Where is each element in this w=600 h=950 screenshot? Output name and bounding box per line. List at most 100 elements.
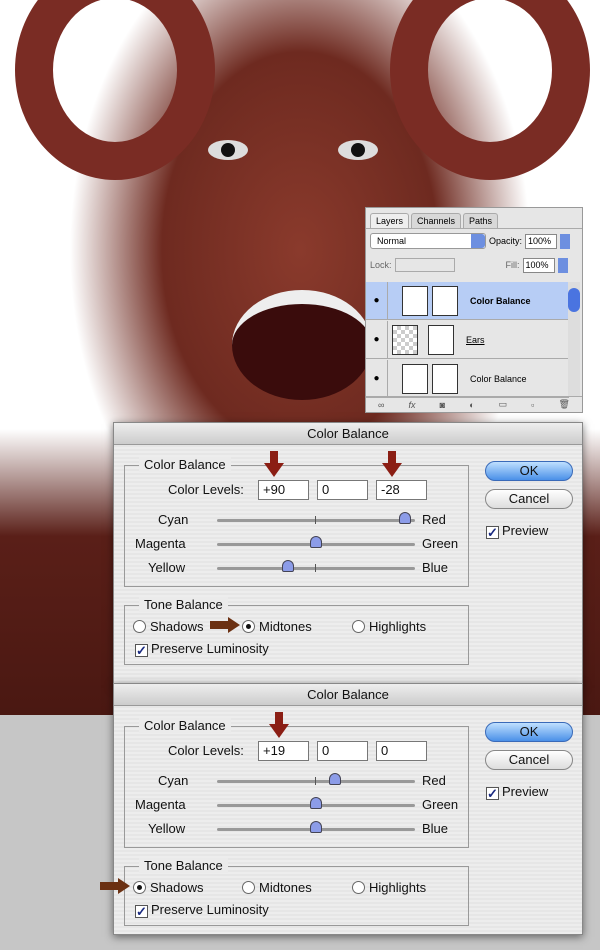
- fill-input[interactable]: 100%: [522, 257, 555, 273]
- layers-scrollbar[interactable]: [568, 282, 580, 396]
- cancel-button[interactable]: Cancel: [485, 750, 573, 770]
- mask-icon[interactable]: ◙: [440, 400, 445, 410]
- cyan-red-slider[interactable]: [217, 773, 415, 785]
- slider-thumb[interactable]: [328, 773, 341, 785]
- ok-button[interactable]: OK: [485, 461, 573, 481]
- cancel-button[interactable]: Cancel: [485, 489, 573, 509]
- tab-channels[interactable]: Channels: [411, 213, 462, 228]
- opacity-label: Opacity:: [489, 236, 523, 246]
- layers-panel: Layers Channels Paths Normal Opacity: 10…: [365, 207, 583, 413]
- color-balance-group: Color Balance Color Levels: +90 0 -28 Cy…: [124, 457, 469, 587]
- color-balance-group: Color Balance Color Levels: +19 0 0 Cyan…: [124, 718, 469, 848]
- slider-thumb[interactable]: [310, 797, 322, 809]
- cyan-red-slider[interactable]: [217, 512, 415, 524]
- slider-right-label: Red: [422, 512, 446, 527]
- magenta-green-slider[interactable]: [217, 797, 415, 809]
- layer-thumbnail: [392, 324, 418, 355]
- open-mouth: [232, 290, 372, 400]
- radio-shadows[interactable]: Shadows: [133, 619, 203, 634]
- level-yellow-blue-input[interactable]: 0: [376, 741, 427, 761]
- yellow-blue-slider[interactable]: [217, 821, 415, 833]
- group-label: Tone Balance: [139, 597, 228, 612]
- magenta-green-slider[interactable]: [217, 536, 415, 548]
- layer-color-balance-2[interactable]: ● Color Balance: [366, 360, 569, 398]
- slider-left-label: Magenta: [135, 536, 186, 551]
- slider-left-label: Yellow: [148, 821, 186, 836]
- dialog-title: Color Balance: [114, 684, 582, 706]
- level-magenta-green-input[interactable]: 0: [317, 741, 368, 761]
- adjustment-thumbnail: [402, 363, 428, 394]
- tab-layers[interactable]: Layers: [370, 213, 410, 228]
- slider-thumb[interactable]: [310, 821, 322, 833]
- radio-midtones[interactable]: Midtones: [242, 880, 312, 895]
- arrow-right-icon: [210, 617, 240, 633]
- level-cyan-red-input[interactable]: +19: [258, 741, 309, 761]
- radio-highlights[interactable]: Highlights: [352, 619, 426, 634]
- preview-checkbox[interactable]: ✓ Preview: [486, 523, 548, 539]
- layer-ears[interactable]: ● Ears: [366, 321, 569, 359]
- slider-left-label: Magenta: [135, 797, 186, 812]
- radio-midtones[interactable]: Midtones: [242, 619, 312, 634]
- radio-highlights[interactable]: Highlights: [352, 880, 426, 895]
- slider-right-label: Blue: [422, 560, 449, 575]
- arrow-down-icon: [264, 451, 284, 477]
- layer-name: Color Balance: [470, 295, 531, 306]
- dialog-title: Color Balance: [114, 423, 582, 445]
- right-horn: [390, 0, 590, 180]
- fill-arrow[interactable]: [557, 257, 568, 273]
- radio-shadows[interactable]: Shadows: [133, 880, 203, 895]
- tone-balance-group: Tone Balance Shadows Midtones Highlights…: [124, 858, 469, 926]
- group-label: Tone Balance: [139, 858, 228, 873]
- trash-icon[interactable]: 🗑: [558, 399, 569, 410]
- preview-checkbox[interactable]: ✓ Preview: [486, 784, 548, 800]
- slider-thumb[interactable]: [282, 560, 295, 572]
- slider-left-label: Cyan: [158, 773, 189, 788]
- slider-right-label: Blue: [422, 821, 449, 836]
- mask-thumbnail: [432, 285, 458, 316]
- fx-icon[interactable]: fx: [409, 400, 416, 410]
- layer-color-balance-1[interactable]: ● Color Balance: [366, 282, 569, 320]
- slider-thumb[interactable]: [310, 536, 322, 548]
- group-label: Color Balance: [139, 718, 231, 733]
- preserve-luminosity-checkbox[interactable]: ✓ Preserve Luminosity: [135, 641, 269, 657]
- adjustment-thumbnail: [402, 285, 428, 316]
- eye-icon[interactable]: ●: [366, 360, 388, 397]
- link-icon[interactable]: ∞: [378, 400, 384, 410]
- level-magenta-green-input[interactable]: 0: [317, 480, 368, 500]
- eye-icon[interactable]: ●: [366, 321, 388, 358]
- color-levels-label: Color Levels:: [168, 482, 244, 497]
- preserve-luminosity-checkbox[interactable]: ✓ Preserve Luminosity: [135, 902, 269, 918]
- slider-thumb[interactable]: [399, 512, 412, 524]
- blend-mode-select[interactable]: Normal: [370, 233, 486, 249]
- new-layer-icon[interactable]: ▫: [531, 400, 534, 410]
- color-levels-label: Color Levels:: [168, 743, 244, 758]
- tab-paths[interactable]: Paths: [463, 213, 499, 228]
- slider-right-label: Green: [422, 536, 459, 551]
- left-eye: [208, 140, 248, 160]
- lock-label: Lock:: [370, 260, 392, 270]
- right-eye: [338, 140, 378, 160]
- lock-icons[interactable]: [394, 258, 455, 272]
- adjustment-icon[interactable]: ◐: [469, 400, 474, 410]
- yellow-blue-slider[interactable]: [217, 560, 415, 572]
- slider-right-label: Green: [422, 797, 459, 812]
- slider-right-label: Red: [422, 773, 446, 788]
- color-balance-dialog-2: Color Balance Color Balance Color Levels…: [100, 683, 583, 935]
- fill-label: Fill:: [505, 260, 520, 270]
- layer-name: Color Balance: [470, 373, 527, 384]
- tone-balance-group: Tone Balance Shadows Midtones Highlights…: [124, 597, 469, 665]
- arrow-down-icon: [269, 712, 289, 738]
- level-yellow-blue-input[interactable]: -28: [376, 480, 427, 500]
- level-cyan-red-input[interactable]: +90: [258, 480, 309, 500]
- layer-name: Ears: [466, 334, 485, 345]
- opacity-arrow[interactable]: [560, 233, 571, 249]
- slider-left-label: Cyan: [158, 512, 189, 527]
- ok-button[interactable]: OK: [485, 722, 573, 742]
- opacity-input[interactable]: 100%: [525, 233, 558, 249]
- folder-icon[interactable]: ▭: [499, 399, 508, 410]
- left-horn: [15, 0, 215, 180]
- mask-thumbnail: [428, 324, 454, 355]
- slider-left-label: Yellow: [148, 560, 186, 575]
- eye-icon[interactable]: ●: [366, 282, 388, 319]
- mask-thumbnail: [432, 363, 458, 394]
